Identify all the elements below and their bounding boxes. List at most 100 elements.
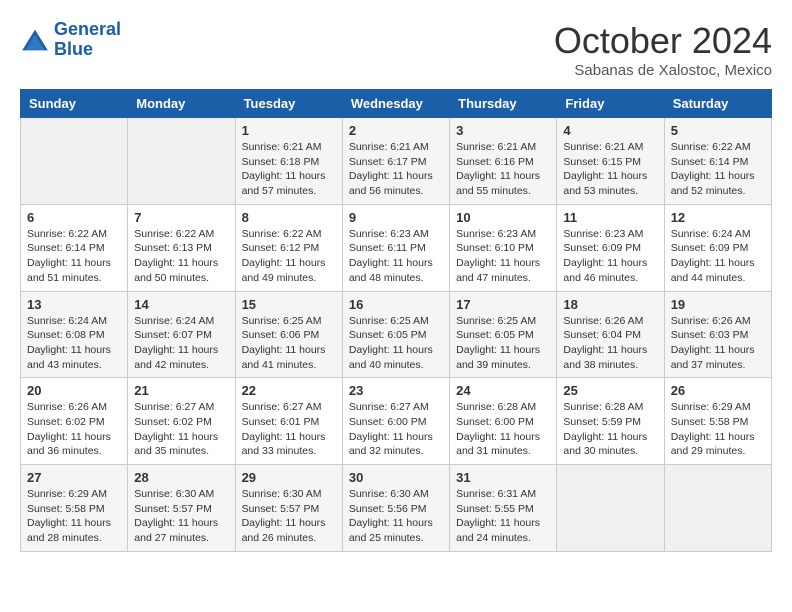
day-number: 12 (671, 210, 765, 225)
calendar-cell: 7 Sunrise: 6:22 AM Sunset: 6:13 PM Daylig… (128, 204, 235, 291)
day-info: Sunrise: 6:22 AM Sunset: 6:13 PM Dayligh… (134, 227, 228, 286)
calendar-cell: 25 Sunrise: 6:28 AM Sunset: 5:59 PM Dayli… (557, 378, 664, 465)
logo-icon (20, 28, 50, 52)
day-info: Sunrise: 6:24 AM Sunset: 6:09 PM Dayligh… (671, 227, 765, 286)
day-info: Sunrise: 6:21 AM Sunset: 6:18 PM Dayligh… (242, 140, 336, 199)
day-info: Sunrise: 6:29 AM Sunset: 5:58 PM Dayligh… (671, 400, 765, 459)
day-info: Sunrise: 6:28 AM Sunset: 5:59 PM Dayligh… (563, 400, 657, 459)
day-info: Sunrise: 6:30 AM Sunset: 5:56 PM Dayligh… (349, 487, 443, 546)
day-number: 17 (456, 297, 550, 312)
calendar-cell: 10 Sunrise: 6:23 AM Sunset: 6:10 PM Dayli… (450, 204, 557, 291)
calendar-cell: 1 Sunrise: 6:21 AM Sunset: 6:18 PM Daylig… (235, 118, 342, 205)
weekday-header: Monday (128, 90, 235, 118)
day-info: Sunrise: 6:26 AM Sunset: 6:03 PM Dayligh… (671, 314, 765, 373)
calendar-cell: 8 Sunrise: 6:22 AM Sunset: 6:12 PM Daylig… (235, 204, 342, 291)
calendar-cell: 28Sunrise: 6:30 AM Sunset: 5:57 PM Dayli… (128, 465, 235, 552)
calendar-cell: 30 Sunrise: 6:30 AM Sunset: 5:56 PM Dayli… (342, 465, 449, 552)
day-number: 18 (563, 297, 657, 312)
day-info: Sunrise: 6:29 AM Sunset: 5:58 PM Dayligh… (27, 487, 121, 546)
day-info: Sunrise: 6:23 AM Sunset: 6:10 PM Dayligh… (456, 227, 550, 286)
day-info: Sunrise: 6:22 AM Sunset: 6:12 PM Dayligh… (242, 227, 336, 286)
calendar-cell: 16 Sunrise: 6:25 AM Sunset: 6:05 PM Dayli… (342, 291, 449, 378)
day-number: 10 (456, 210, 550, 225)
day-info: Sunrise: 6:26 AM Sunset: 6:02 PM Dayligh… (27, 400, 121, 459)
weekday-header: Wednesday (342, 90, 449, 118)
day-number: 26 (671, 383, 765, 398)
day-number: 31 (456, 470, 550, 485)
calendar-cell: 9Sunrise: 6:23 AM Sunset: 6:11 PM Daylig… (342, 204, 449, 291)
calendar-cell: 18 Sunrise: 6:26 AM Sunset: 6:04 PM Dayli… (557, 291, 664, 378)
day-info: Sunrise: 6:27 AM Sunset: 6:00 PM Dayligh… (349, 400, 443, 459)
calendar-cell: 6 Sunrise: 6:22 AM Sunset: 6:14 PM Daylig… (21, 204, 128, 291)
calendar-cell: 13Sunrise: 6:24 AM Sunset: 6:08 PM Dayli… (21, 291, 128, 378)
day-number: 1 (242, 123, 336, 138)
logo: General Blue (20, 20, 121, 60)
weekday-header: Sunday (21, 90, 128, 118)
day-number: 8 (242, 210, 336, 225)
calendar-week-row: 1 Sunrise: 6:21 AM Sunset: 6:18 PM Daylig… (21, 118, 772, 205)
day-info: Sunrise: 6:21 AM Sunset: 6:16 PM Dayligh… (456, 140, 550, 199)
calendar-cell: 2Sunrise: 6:21 AM Sunset: 6:17 PM Daylig… (342, 118, 449, 205)
calendar-header-row: SundayMondayTuesdayWednesdayThursdayFrid… (21, 90, 772, 118)
day-info: Sunrise: 6:23 AM Sunset: 6:11 PM Dayligh… (349, 227, 443, 286)
day-number: 7 (134, 210, 228, 225)
calendar-cell: 5Sunrise: 6:22 AM Sunset: 6:14 PM Daylig… (664, 118, 771, 205)
day-info: Sunrise: 6:25 AM Sunset: 6:06 PM Dayligh… (242, 314, 336, 373)
day-info: Sunrise: 6:23 AM Sunset: 6:09 PM Dayligh… (563, 227, 657, 286)
calendar-cell (21, 118, 128, 205)
day-number: 14 (134, 297, 228, 312)
logo-text: General Blue (54, 20, 121, 60)
calendar-cell: 14 Sunrise: 6:24 AM Sunset: 6:07 PM Dayli… (128, 291, 235, 378)
calendar-cell: 17 Sunrise: 6:25 AM Sunset: 6:05 PM Dayli… (450, 291, 557, 378)
calendar-week-row: 20 Sunrise: 6:26 AM Sunset: 6:02 PM Dayli… (21, 378, 772, 465)
calendar-cell: 4 Sunrise: 6:21 AM Sunset: 6:15 PM Daylig… (557, 118, 664, 205)
calendar-cell: 22 Sunrise: 6:27 AM Sunset: 6:01 PM Dayli… (235, 378, 342, 465)
day-info: Sunrise: 6:26 AM Sunset: 6:04 PM Dayligh… (563, 314, 657, 373)
calendar-cell: 27 Sunrise: 6:29 AM Sunset: 5:58 PM Dayli… (21, 465, 128, 552)
day-number: 3 (456, 123, 550, 138)
day-number: 20 (27, 383, 121, 398)
day-number: 13 (27, 297, 121, 312)
calendar-cell: 21 Sunrise: 6:27 AM Sunset: 6:02 PM Dayli… (128, 378, 235, 465)
day-info: Sunrise: 6:27 AM Sunset: 6:02 PM Dayligh… (134, 400, 228, 459)
day-info: Sunrise: 6:22 AM Sunset: 6:14 PM Dayligh… (27, 227, 121, 286)
calendar-cell (557, 465, 664, 552)
day-number: 25 (563, 383, 657, 398)
day-number: 11 (563, 210, 657, 225)
calendar-cell: 31 Sunrise: 6:31 AM Sunset: 5:55 PM Dayli… (450, 465, 557, 552)
day-number: 16 (349, 297, 443, 312)
calendar-week-row: 6 Sunrise: 6:22 AM Sunset: 6:14 PM Daylig… (21, 204, 772, 291)
day-info: Sunrise: 6:25 AM Sunset: 6:05 PM Dayligh… (349, 314, 443, 373)
day-info: Sunrise: 6:30 AM Sunset: 5:57 PM Dayligh… (242, 487, 336, 546)
weekday-header: Thursday (450, 90, 557, 118)
weekday-header: Saturday (664, 90, 771, 118)
calendar-cell: 29 Sunrise: 6:30 AM Sunset: 5:57 PM Dayli… (235, 465, 342, 552)
day-info: Sunrise: 6:31 AM Sunset: 5:55 PM Dayligh… (456, 487, 550, 546)
day-number: 22 (242, 383, 336, 398)
day-number: 6 (27, 210, 121, 225)
weekday-header: Friday (557, 90, 664, 118)
day-info: Sunrise: 6:21 AM Sunset: 6:15 PM Dayligh… (563, 140, 657, 199)
day-number: 29 (242, 470, 336, 485)
day-number: 27 (27, 470, 121, 485)
calendar-cell: 24Sunrise: 6:28 AM Sunset: 6:00 PM Dayli… (450, 378, 557, 465)
calendar-table: SundayMondayTuesdayWednesdayThursdayFrid… (20, 89, 772, 552)
weekday-header: Tuesday (235, 90, 342, 118)
day-number: 19 (671, 297, 765, 312)
day-info: Sunrise: 6:21 AM Sunset: 6:17 PM Dayligh… (349, 140, 443, 199)
calendar-cell (664, 465, 771, 552)
day-number: 4 (563, 123, 657, 138)
day-info: Sunrise: 6:25 AM Sunset: 6:05 PM Dayligh… (456, 314, 550, 373)
day-number: 15 (242, 297, 336, 312)
calendar-cell: 23 Sunrise: 6:27 AM Sunset: 6:00 PM Dayli… (342, 378, 449, 465)
day-number: 23 (349, 383, 443, 398)
calendar-cell (128, 118, 235, 205)
month-title: October 2024 (554, 20, 772, 62)
day-number: 21 (134, 383, 228, 398)
day-number: 30 (349, 470, 443, 485)
day-info: Sunrise: 6:24 AM Sunset: 6:07 PM Dayligh… (134, 314, 228, 373)
calendar-cell: 19 Sunrise: 6:26 AM Sunset: 6:03 PM Dayli… (664, 291, 771, 378)
calendar-cell: 3 Sunrise: 6:21 AM Sunset: 6:16 PM Daylig… (450, 118, 557, 205)
day-info: Sunrise: 6:27 AM Sunset: 6:01 PM Dayligh… (242, 400, 336, 459)
day-number: 28 (134, 470, 228, 485)
